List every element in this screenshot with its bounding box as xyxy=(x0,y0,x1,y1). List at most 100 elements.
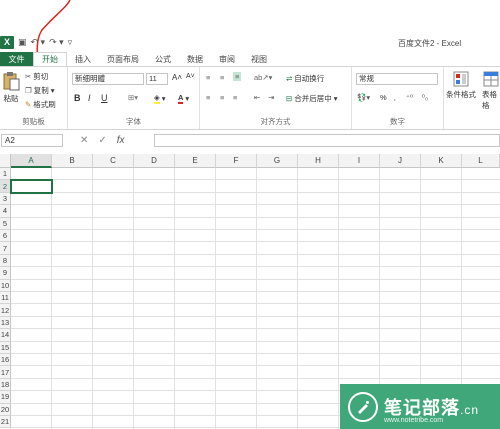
customize-qat-icon[interactable]: ▿ xyxy=(68,37,73,48)
save-icon[interactable]: ▣ xyxy=(18,37,27,48)
row-header-19[interactable]: 19 xyxy=(0,391,11,404)
font-size-select[interactable]: 11 xyxy=(146,73,168,85)
grid-line xyxy=(11,253,500,255)
row-header-14[interactable]: 14 xyxy=(0,329,11,342)
format-as-table-button[interactable]: 表格格 xyxy=(482,71,500,111)
row-header-20[interactable]: 20 xyxy=(0,403,11,416)
grid-line xyxy=(11,204,500,206)
merge-center-label: 合并后居中 xyxy=(294,94,332,103)
paste-label: 粘贴 xyxy=(3,94,19,103)
column-header-a[interactable]: A xyxy=(11,154,52,168)
wrap-text-button[interactable]: ⇌ 自动换行 xyxy=(286,73,324,84)
font-name-select[interactable]: 新细明體 xyxy=(72,73,144,85)
alignment-group: ≡ ≡ ≡ ab↗▾ ⇌ 自动换行 ≡ ≡ ≡ ⇤ ⇥ ⊟ 合并后居中 ▾ 对齐… xyxy=(200,67,352,129)
redo-icon[interactable]: ↷ ▾ xyxy=(49,37,64,48)
formula-input[interactable] xyxy=(154,134,500,147)
row-header-11[interactable]: 11 xyxy=(0,292,11,305)
column-header-g[interactable]: G xyxy=(257,154,298,168)
underline-button[interactable]: U xyxy=(101,93,108,103)
decrease-decimal-icon[interactable]: ⁰₀ xyxy=(422,93,428,102)
row-header-5[interactable]: 5 xyxy=(0,217,11,230)
column-header-k[interactable]: K xyxy=(421,154,462,168)
ribbon: 粘贴 ✂ 剪切 ❐ 复制 ▾ ✎ 格式刷 剪贴板 新细明體 11 A˄ A˅ B… xyxy=(0,66,500,130)
column-header-b[interactable]: B xyxy=(52,154,93,168)
align-right-icon[interactable]: ≡ xyxy=(233,93,237,102)
grow-font-button[interactable]: A˄ xyxy=(172,73,182,82)
tab-data[interactable]: 数据 xyxy=(179,52,211,66)
decrease-indent-icon[interactable]: ⇤ xyxy=(254,93,260,102)
copy-icon: ❐ xyxy=(25,86,32,95)
row-header-9[interactable]: 9 xyxy=(0,267,11,280)
comma-button[interactable]: ‚ xyxy=(394,93,396,102)
row-header-12[interactable]: 12 xyxy=(0,304,11,317)
tab-page-layout[interactable]: 页面布局 xyxy=(99,52,147,66)
shrink-font-button[interactable]: A˅ xyxy=(186,73,195,80)
increase-indent-icon[interactable]: ⇥ xyxy=(268,93,274,102)
active-cell[interactable] xyxy=(10,179,53,194)
name-box[interactable]: A2 xyxy=(1,134,63,147)
insert-function-icon[interactable]: fx xyxy=(117,135,125,146)
tab-review[interactable]: 审阅 xyxy=(211,52,243,66)
grid-line xyxy=(11,229,500,230)
select-all-corner[interactable] xyxy=(0,154,11,168)
conditional-format-label: 条件格式 xyxy=(446,90,476,99)
row-header-3[interactable]: 3 xyxy=(0,192,11,206)
row-header-21[interactable]: 21 xyxy=(0,416,11,429)
row-header-16[interactable]: 16 xyxy=(0,354,11,367)
column-header-d[interactable]: D xyxy=(134,154,175,168)
tab-insert[interactable]: 插入 xyxy=(67,52,99,66)
row-header-18[interactable]: 18 xyxy=(0,378,11,392)
font-group: 新细明體 11 A˄ A˅ B I U ⊞▾ ◈ ▾ A ▾ 字体 xyxy=(68,67,200,129)
title-bar: X ▣ ↶ ▾ ↷ ▾ ▿ 百度文件2 - Excel xyxy=(0,0,500,59)
increase-decimal-icon[interactable]: ⁺⁰ xyxy=(406,93,413,102)
bold-button[interactable]: B xyxy=(74,93,81,103)
row-header-10[interactable]: 10 xyxy=(0,279,11,292)
row-header-8[interactable]: 8 xyxy=(0,254,11,268)
align-middle-icon[interactable]: ≡ xyxy=(220,73,224,82)
cut-button[interactable]: ✂ 剪切 xyxy=(25,71,48,82)
align-left-icon[interactable]: ≡ xyxy=(206,93,210,102)
row-header-15[interactable]: 15 xyxy=(0,341,11,354)
row-header-4[interactable]: 4 xyxy=(0,205,11,218)
format-as-table-label: 表格格 xyxy=(482,90,497,110)
column-header-f[interactable]: F xyxy=(216,154,257,168)
tab-formulas[interactable]: 公式 xyxy=(147,52,179,66)
italic-button[interactable]: I xyxy=(88,93,91,103)
paste-button[interactable]: 粘贴 xyxy=(2,71,20,104)
copy-label: 复制 xyxy=(33,86,49,95)
wrap-text-label: 自动换行 xyxy=(294,74,325,83)
align-center-icon[interactable]: ≡ xyxy=(220,93,224,102)
enter-icon[interactable]: ✓ xyxy=(98,135,106,146)
row-header-17[interactable]: 17 xyxy=(0,366,11,379)
column-header-e[interactable]: E xyxy=(175,154,216,168)
grid-line xyxy=(11,377,500,379)
format-painter-button[interactable]: ✎ 格式刷 xyxy=(25,99,56,110)
column-header-c[interactable]: C xyxy=(93,154,134,168)
align-bottom-icon[interactable]: ≡ xyxy=(233,72,242,81)
orientation-icon[interactable]: ab↗▾ xyxy=(254,73,272,82)
currency-icon[interactable]: 💱▾ xyxy=(357,93,370,102)
watermark-suffix: .cn xyxy=(460,402,480,417)
number-format-select[interactable]: 常规 xyxy=(356,73,438,85)
merge-center-button[interactable]: ⊟ 合并后居中 ▾ xyxy=(286,93,338,104)
copy-button[interactable]: ❐ 复制 ▾ xyxy=(25,85,55,96)
align-top-icon[interactable]: ≡ xyxy=(206,73,210,82)
tab-file[interactable]: 文件 xyxy=(0,52,33,66)
border-icon[interactable]: ⊞▾ xyxy=(128,93,138,102)
column-header-l[interactable]: L xyxy=(462,154,500,168)
font-color-icon[interactable]: A ▾ xyxy=(178,93,189,104)
column-header-h[interactable]: H xyxy=(298,154,339,168)
column-header-j[interactable]: J xyxy=(380,154,421,168)
grid-line xyxy=(11,278,500,280)
undo-icon[interactable]: ↶ ▾ xyxy=(31,37,46,48)
cancel-icon[interactable]: ✕ xyxy=(80,135,88,146)
tab-view[interactable]: 视图 xyxy=(243,52,275,66)
fill-color-icon[interactable]: ◈ ▾ xyxy=(154,93,166,104)
conditional-format-button[interactable]: 条件格式 xyxy=(446,71,476,100)
tab-home[interactable]: 开始 xyxy=(33,52,67,66)
column-header-i[interactable]: I xyxy=(339,154,380,168)
percent-button[interactable]: % xyxy=(380,93,387,102)
row-header-13[interactable]: 13 xyxy=(0,316,11,330)
row-header-6[interactable]: 6 xyxy=(0,230,11,243)
row-header-7[interactable]: 7 xyxy=(0,242,11,255)
